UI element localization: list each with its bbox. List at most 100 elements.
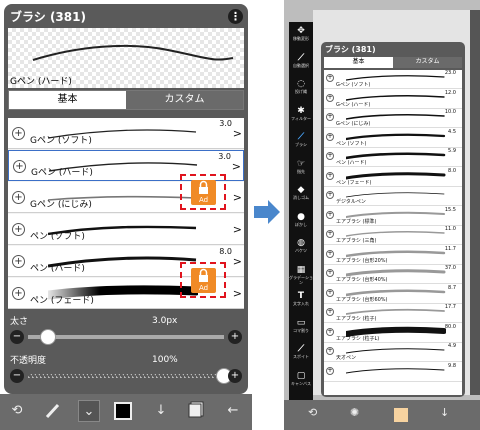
add-icon[interactable]: + — [12, 223, 25, 236]
slider-knob[interactable] — [39, 329, 56, 345]
chevron-right-icon[interactable]: > — [233, 287, 242, 300]
tool-item[interactable]: ✱ フィルター — [289, 106, 313, 121]
brush-row[interactable]: +8.0 ペン (フェード) — [324, 168, 462, 187]
slider-track — [28, 335, 224, 339]
brush-row[interactable]: +23.0 Gペン (ソフト) — [324, 70, 462, 89]
brush-row[interactable]: +11.0 エアブラシ (三角) — [324, 226, 462, 245]
brush-row[interactable]: +9.8 — [324, 363, 462, 382]
more-menu-icon[interactable]: ⋮ — [228, 9, 243, 24]
brush-icon[interactable] — [42, 400, 64, 422]
brush-panel-small: ブラシ (381) 基本 カスタム +23.0 Gペン (ソフト) +12.0 Gペン… — [321, 42, 465, 397]
plus-icon[interactable]: + — [228, 369, 242, 383]
brush-row[interactable]: + デジタルペン — [324, 187, 462, 206]
add-icon[interactable]: + — [12, 127, 25, 140]
add-icon[interactable]: + — [12, 191, 25, 204]
brush-row[interactable]: +4.9 天オペン — [324, 343, 462, 362]
ad-label: Ad — [198, 196, 209, 204]
opacity-slider[interactable]: − + — [10, 368, 242, 384]
add-icon[interactable]: + — [326, 327, 334, 336]
brush-row[interactable]: +37.0 エアブラシ (台形40%) — [324, 265, 462, 284]
add-icon[interactable]: + — [326, 288, 334, 297]
add-icon[interactable]: + — [326, 171, 334, 180]
add-icon[interactable]: + — [326, 269, 334, 277]
tab-basic[interactable]: 基本 — [9, 91, 126, 109]
tool-item[interactable]: ☞ 指先 — [289, 159, 313, 174]
back-arrow-icon[interactable]: ← — [222, 400, 244, 422]
add-icon[interactable]: + — [326, 191, 334, 199]
color-square-icon[interactable] — [394, 408, 408, 422]
tool-icon: ◆ — [297, 185, 305, 195]
tool-label: フィルター — [291, 115, 311, 121]
brush-size: 9.8 — [448, 362, 456, 369]
tool-item[interactable]: ✥ 移動変形 — [289, 26, 313, 41]
tab-custom[interactable]: カスタム — [126, 91, 243, 109]
chevron-right-icon[interactable]: > — [233, 223, 242, 236]
add-icon[interactable]: + — [12, 255, 25, 268]
add-icon[interactable]: + — [12, 287, 25, 300]
tool-icon: ◌ — [297, 79, 305, 89]
lock-icon: Ad — [191, 180, 216, 205]
add-icon[interactable]: + — [326, 93, 334, 102]
brush-row[interactable]: +8.7 エアブラシ (台形60%) — [324, 285, 462, 304]
add-icon[interactable]: + — [326, 249, 334, 258]
brush-row[interactable]: +80.0 エアブラシ (粒子L) — [324, 324, 462, 343]
size-slider[interactable]: − + — [10, 329, 242, 345]
brush-row[interactable]: +10.0 Gペン (にじみ) — [324, 109, 462, 128]
plus-icon[interactable]: + — [228, 330, 242, 344]
tool-item[interactable]: ▭ コマ割り — [289, 318, 313, 333]
down-arrow-icon[interactable]: ↓ — [150, 400, 172, 422]
lock-badge[interactable]: Ad — [180, 262, 226, 298]
add-icon[interactable]: + — [326, 132, 334, 141]
add-icon[interactable]: + — [326, 113, 334, 121]
tool-item[interactable]: ◍ バケツ — [289, 238, 313, 253]
brush-row[interactable]: +11.7 エアブラシ (台形20%) — [324, 246, 462, 265]
color-square-icon[interactable] — [114, 402, 132, 420]
brush-row[interactable]: +5.9 ペン (ハード) — [324, 148, 462, 167]
brush-name: ペン (フェード) — [336, 179, 372, 186]
tool-item[interactable]: ⟋ 自動選択 — [289, 53, 313, 68]
add-icon[interactable]: + — [326, 152, 334, 160]
brush-row[interactable]: +15.5 エアブラシ (標準) — [324, 207, 462, 226]
down-arrow-icon[interactable]: ↓ — [440, 406, 449, 419]
tool-label: キャンバス — [291, 380, 311, 386]
chevron-right-icon[interactable]: > — [233, 191, 242, 204]
brush-name: ペン (フェード) — [30, 296, 94, 306]
add-icon[interactable]: + — [326, 74, 334, 82]
tool-label: ぼかし — [295, 221, 307, 227]
brush-row-g-pen-soft[interactable]: + 3.0 > Gペン (ソフト) — [8, 118, 244, 149]
tool-icon: ▦ — [296, 264, 306, 275]
brush-row[interactable]: +12.0 Gペン (ハード) — [324, 90, 462, 109]
add-icon[interactable]: + — [326, 347, 334, 355]
tool-item[interactable]: ⟋ スポイト — [289, 344, 313, 359]
brush-icon[interactable]: ✺ — [350, 406, 359, 419]
add-icon[interactable]: + — [326, 230, 334, 238]
add-icon[interactable]: + — [326, 366, 334, 375]
add-icon[interactable]: + — [326, 308, 334, 316]
transform-icon[interactable]: ⟲ — [308, 406, 317, 419]
chevron-right-icon[interactable]: > — [233, 255, 242, 268]
chevron-down-icon[interactable]: ⌄ — [78, 400, 100, 422]
add-icon[interactable]: + — [13, 160, 26, 173]
tool-item[interactable]: T 文字入れ — [289, 291, 313, 306]
brush-tabs: 基本 カスタム — [8, 90, 244, 110]
minus-icon[interactable]: − — [10, 330, 24, 344]
minus-icon[interactable]: − — [10, 369, 24, 383]
brush-row[interactable]: +4.5 ペン (ソフト) — [324, 129, 462, 148]
tool-item[interactable]: ▢ キャンバス — [289, 371, 313, 386]
tool-item[interactable]: ◌ 投げ縄 — [289, 79, 313, 94]
tab-custom[interactable]: カスタム — [393, 57, 462, 68]
tool-item[interactable]: ▦ グラデーション — [289, 265, 313, 285]
lock-badge[interactable]: Ad — [180, 174, 226, 210]
chevron-right-icon[interactable]: > — [233, 127, 242, 140]
add-icon[interactable]: + — [326, 210, 334, 219]
brush-row[interactable]: +17.7 エアブラシ (粒子) — [324, 304, 462, 323]
tool-label: バケツ — [295, 248, 307, 253]
tool-item[interactable]: ◆ 消しゴム — [289, 185, 313, 200]
layer-icon[interactable] — [186, 400, 208, 422]
brush-row-pen-soft[interactable]: + > ペン (ソフト) — [8, 214, 244, 245]
tool-item[interactable]: ⟋ ブラシ — [289, 132, 313, 147]
transform-icon[interactable]: ⟲ — [6, 400, 28, 422]
chevron-right-icon[interactable]: > — [232, 160, 241, 173]
tab-basic[interactable]: 基本 — [324, 57, 393, 68]
tool-item[interactable]: ● ぼかし — [289, 212, 313, 227]
